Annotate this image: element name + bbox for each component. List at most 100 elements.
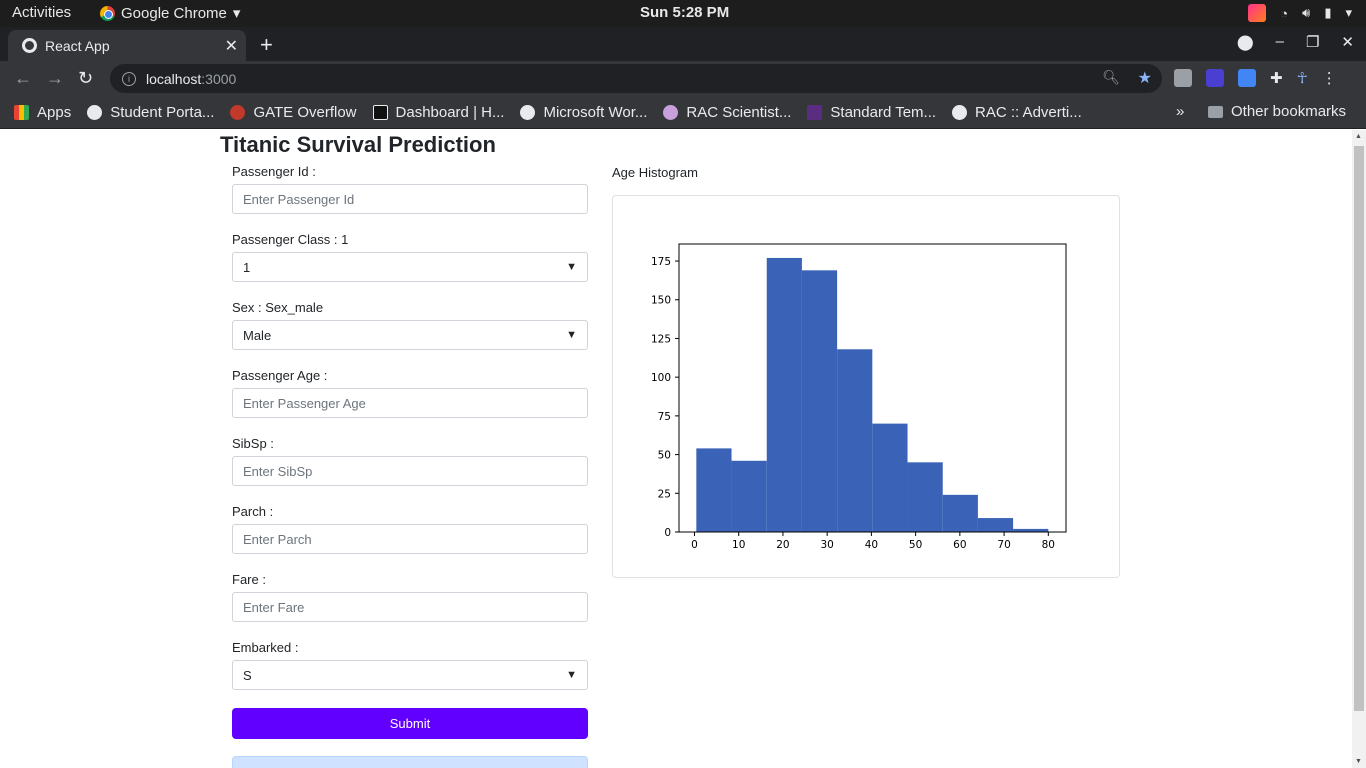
system-tray[interactable]: ◔ 🔊︎ ▮ ▾ bbox=[1248, 4, 1352, 22]
y-tick-label: 75 bbox=[658, 411, 671, 423]
bookmark-standard-template[interactable]: Standard Tem... bbox=[807, 104, 936, 121]
x-tick-label: 60 bbox=[953, 539, 966, 551]
page-scrollbar[interactable]: ▲ ▼ bbox=[1352, 130, 1366, 768]
back-button[interactable]: ← bbox=[14, 68, 32, 89]
histogram-bar bbox=[801, 270, 838, 532]
passenger-class-select[interactable]: 1 ▼ bbox=[232, 252, 588, 282]
chrome-menu-icon[interactable]: ⋮ bbox=[1322, 69, 1337, 87]
globe-icon bbox=[952, 104, 968, 120]
sex-select[interactable]: Male ▼ bbox=[232, 320, 588, 350]
system-top-bar: Activities Google Chrome ▾ Sun 5:28 PM ◔… bbox=[0, 0, 1366, 27]
histogram-title: Age Histogram bbox=[612, 165, 698, 180]
y-tick-label: 0 bbox=[664, 527, 671, 539]
bookmark-apps[interactable]: Apps bbox=[14, 104, 71, 121]
chevron-down-icon: ▾ bbox=[232, 5, 241, 22]
other-bookmarks-folder[interactable]: Other bookmarks bbox=[1208, 103, 1346, 120]
bookmark-dashboard[interactable]: Dashboard | H... bbox=[372, 104, 504, 121]
histogram-bar bbox=[872, 423, 908, 532]
timer-extension-icon[interactable] bbox=[1206, 69, 1224, 87]
tab-search-icon[interactable]: ⬤ bbox=[1237, 33, 1254, 51]
translate-extension-icon[interactable] bbox=[1238, 69, 1256, 87]
histogram-bar bbox=[766, 257, 802, 532]
sex-label: Sex : Sex_male bbox=[232, 300, 324, 315]
passenger-class-label: Passenger Class : 1 bbox=[232, 232, 349, 247]
clock[interactable]: Sun 5:28 PM bbox=[640, 4, 729, 21]
passenger-class-value: 1 bbox=[243, 259, 251, 275]
rac-icon bbox=[663, 104, 679, 120]
reload-button[interactable]: ↻ bbox=[78, 68, 93, 89]
chevron-down-icon[interactable]: ▾ bbox=[1345, 5, 1352, 21]
battery-icon[interactable]: ▮ bbox=[1324, 5, 1331, 21]
bookmark-microsoft-word[interactable]: Microsoft Wor... bbox=[520, 104, 647, 121]
new-tab-button[interactable]: + bbox=[260, 32, 273, 58]
scroll-up-icon[interactable]: ▲ bbox=[1355, 133, 1362, 140]
fare-label: Fare : bbox=[232, 572, 266, 587]
age-input[interactable]: Enter Passenger Age bbox=[232, 388, 588, 418]
bookmark-rac-scientist[interactable]: RAC Scientist... bbox=[663, 104, 791, 121]
puzzle-icon[interactable]: ✚ bbox=[1270, 69, 1283, 87]
minimize-button[interactable]: – bbox=[1276, 33, 1284, 51]
volume-icon[interactable]: 🔊︎ bbox=[1302, 5, 1310, 21]
y-tick-label: 50 bbox=[658, 450, 671, 462]
scroll-down-icon[interactable]: ▼ bbox=[1355, 758, 1362, 765]
info-icon[interactable]: i bbox=[122, 71, 136, 86]
histogram-bar bbox=[696, 448, 732, 532]
sibsp-input[interactable]: Enter SibSp bbox=[232, 456, 588, 486]
chrome-icon bbox=[100, 5, 115, 21]
extension-icon[interactable] bbox=[1174, 69, 1192, 87]
parch-label: Parch : bbox=[232, 504, 274, 519]
parch-input[interactable]: Enter Parch bbox=[232, 524, 588, 554]
bookmark-rac-advertisement[interactable]: RAC :: Adverti... bbox=[952, 104, 1082, 121]
close-window-button[interactable]: ✕ bbox=[1341, 33, 1354, 51]
passenger-id-label: Passenger Id : bbox=[232, 164, 316, 179]
page-viewport: Titanic Survival Prediction Passenger Id… bbox=[0, 130, 1352, 768]
tab-title: React App bbox=[45, 37, 110, 54]
jetbrains-icon[interactable] bbox=[1248, 4, 1267, 22]
prediction-form: Passenger Id : Enter Passenger Id Passen… bbox=[232, 164, 588, 739]
browser-tab[interactable]: React App ✕ bbox=[8, 30, 246, 61]
bookmark-star-icon[interactable]: ★ bbox=[1138, 68, 1152, 88]
doc-icon bbox=[807, 104, 823, 120]
more-bookmarks-button[interactable]: » bbox=[1176, 103, 1184, 120]
y-tick-label: 125 bbox=[651, 333, 671, 345]
globe-icon bbox=[87, 104, 103, 120]
hackerearth-icon bbox=[372, 104, 388, 120]
embarked-select[interactable]: S ▼ bbox=[232, 660, 588, 690]
bookmarks-bar: Apps Student Porta... GATE Overflow Dash… bbox=[0, 96, 1366, 129]
forward-button[interactable]: → bbox=[46, 68, 64, 89]
x-tick-label: 10 bbox=[732, 539, 745, 551]
age-label: Passenger Age : bbox=[232, 368, 328, 383]
close-tab-icon[interactable]: ✕ bbox=[225, 36, 238, 56]
maximize-button[interactable]: ❐ bbox=[1306, 33, 1319, 51]
x-tick-label: 40 bbox=[865, 539, 878, 551]
bookmark-student-portal[interactable]: Student Porta... bbox=[87, 104, 214, 121]
bookmark-gate-overflow[interactable]: GATE Overflow bbox=[230, 104, 357, 121]
histogram-card: 0 10 20 30 40 50 60 70 80 0 25 50 75 100 125 150 175 bbox=[612, 195, 1120, 578]
zoom-icon[interactable]: 🔍︎ bbox=[1102, 69, 1120, 86]
chevron-down-icon: ▼ bbox=[566, 329, 577, 341]
embarked-value: S bbox=[243, 667, 252, 683]
sibsp-label: SibSp : bbox=[232, 436, 274, 451]
wifi-icon[interactable]: ◔ bbox=[1280, 6, 1288, 21]
x-tick-label: 0 bbox=[691, 539, 698, 551]
histogram-bar bbox=[942, 494, 978, 532]
app-name: Google Chrome bbox=[121, 4, 227, 22]
accessibility-icon[interactable]: ☥ bbox=[1297, 69, 1308, 87]
page-title: Titanic Survival Prediction bbox=[220, 132, 496, 157]
passenger-id-input[interactable]: Enter Passenger Id bbox=[232, 184, 588, 214]
x-tick-label: 70 bbox=[997, 539, 1010, 551]
submit-button[interactable]: Submit bbox=[232, 708, 588, 739]
activities-button[interactable]: Activities bbox=[12, 4, 71, 21]
result-alert bbox=[232, 756, 588, 768]
chevron-down-icon: ▼ bbox=[566, 669, 577, 681]
fare-input[interactable]: Enter Fare bbox=[232, 592, 588, 622]
globe-icon bbox=[520, 104, 536, 120]
app-menu[interactable]: Google Chrome ▾ bbox=[100, 4, 240, 22]
scrollbar-thumb[interactable] bbox=[1354, 146, 1364, 711]
url-host: localhost bbox=[146, 70, 202, 87]
address-bar[interactable]: i localhost:3000 🔍︎ ★ bbox=[110, 64, 1162, 93]
sex-value: Male bbox=[243, 327, 272, 343]
folder-icon bbox=[1208, 105, 1223, 118]
apps-grid-icon bbox=[14, 104, 29, 120]
window-controls: ⬤ – ❐ ✕ bbox=[1237, 33, 1354, 51]
